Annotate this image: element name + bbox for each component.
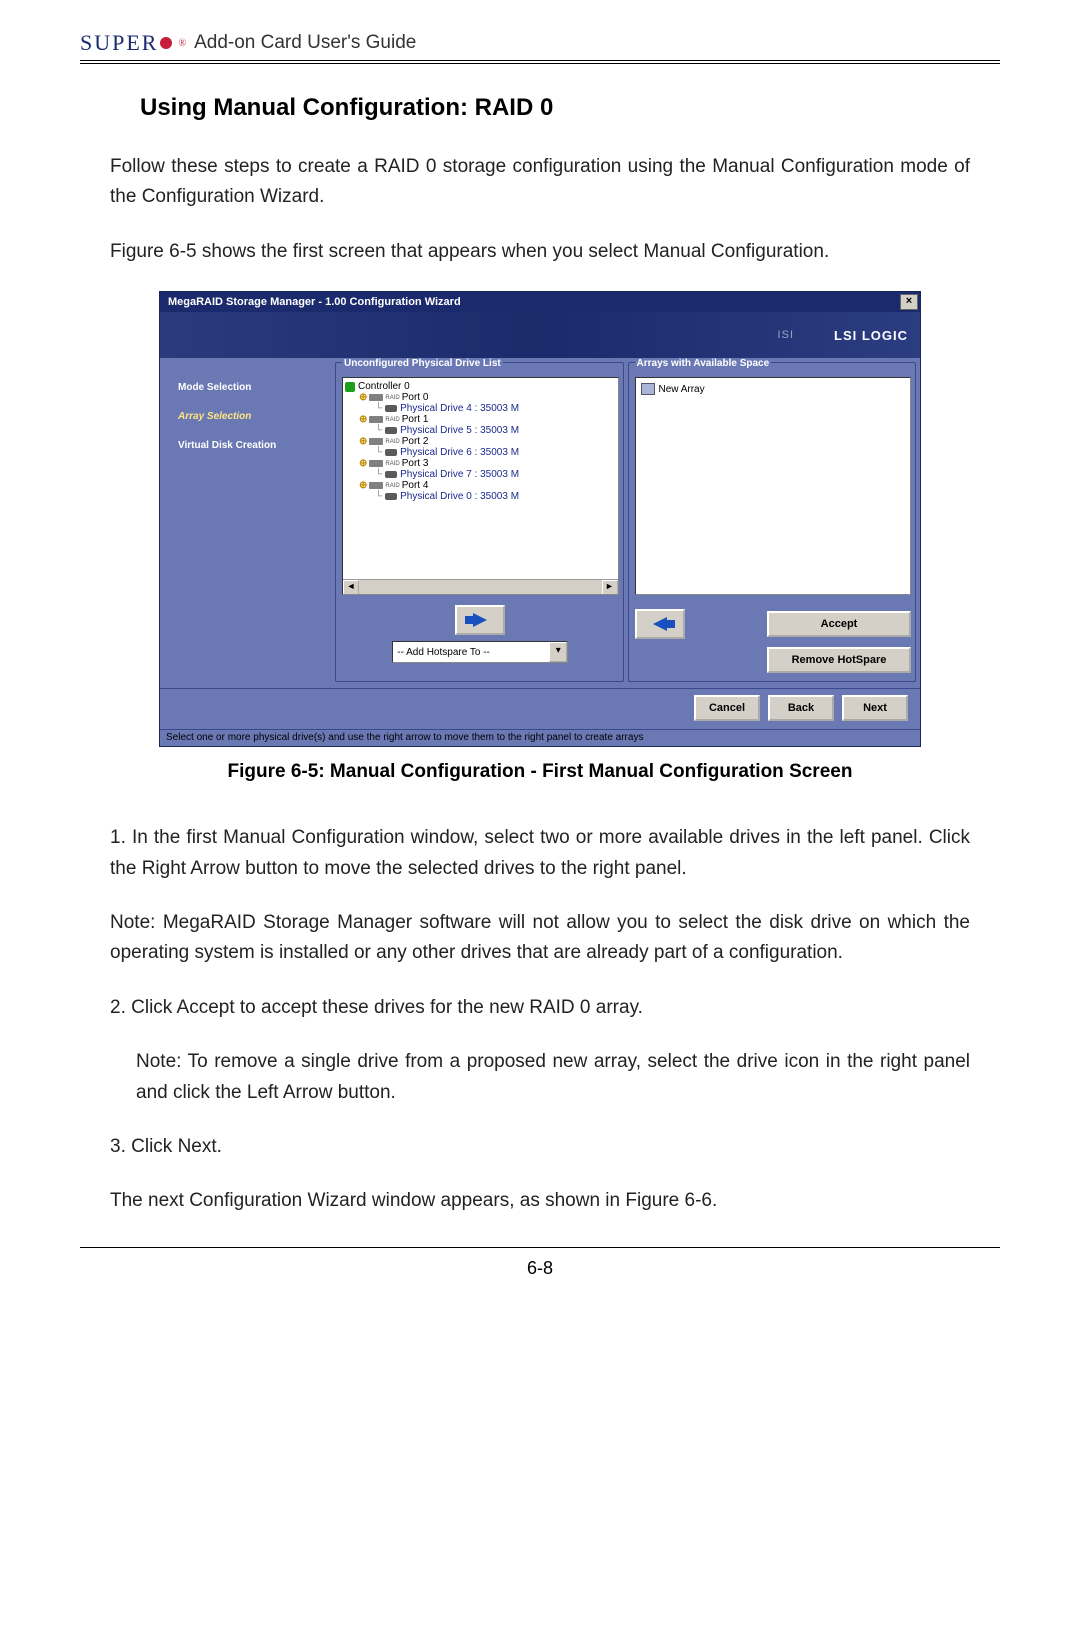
window-titlebar: MegaRAID Storage Manager - 1.00 Configur… bbox=[160, 292, 920, 312]
drive-label[interactable]: Physical Drive 6 : 35003 M bbox=[400, 447, 519, 458]
port-label[interactable]: Port 3 bbox=[402, 458, 429, 469]
drive-tree[interactable]: Controller 0 ⊕RAIDPort 0 └Physical Drive… bbox=[342, 377, 619, 595]
expand-icon[interactable]: ⊕ bbox=[359, 480, 367, 491]
brand-logo: SUPER ® bbox=[80, 30, 188, 56]
array-icon bbox=[641, 383, 655, 395]
port-icon bbox=[369, 394, 383, 401]
drive-icon bbox=[385, 405, 397, 412]
drive-label[interactable]: Physical Drive 7 : 35003 M bbox=[400, 469, 519, 480]
brand-text: SUPER bbox=[80, 30, 158, 56]
new-array-label[interactable]: New Array bbox=[659, 384, 705, 395]
expand-icon[interactable]: ⊕ bbox=[359, 392, 367, 403]
close-icon[interactable]: × bbox=[900, 294, 918, 310]
scrollbar-horizontal[interactable]: ◄ ► bbox=[343, 579, 618, 594]
port-icon bbox=[369, 482, 383, 489]
figure-caption: Figure 6-5: Manual Configuration - First… bbox=[110, 761, 970, 783]
arrow-left-icon bbox=[653, 617, 667, 631]
intro-paragraph: Follow these steps to create a RAID 0 st… bbox=[110, 152, 970, 213]
expand-icon[interactable]: ⊕ bbox=[359, 414, 367, 425]
note1-text: Note: MegaRAID Storage Manager software … bbox=[110, 908, 970, 969]
arrays-panel: Arrays with Available Space New Array bbox=[628, 362, 917, 682]
step2-text: 2. Click Accept to accept these drives f… bbox=[110, 993, 970, 1023]
guide-title: Add-on Card User's Guide bbox=[194, 32, 416, 54]
drive-icon bbox=[385, 449, 397, 456]
port-label[interactable]: Port 0 bbox=[402, 392, 429, 403]
step-mode-selection[interactable]: Mode Selection bbox=[178, 382, 325, 393]
step-array-selection[interactable]: Array Selection bbox=[178, 411, 325, 422]
next-button[interactable]: Next bbox=[842, 695, 908, 721]
step1-text: 1. In the first Manual Configuration win… bbox=[110, 823, 970, 884]
drive-icon bbox=[385, 471, 397, 478]
arrow-right-icon bbox=[473, 613, 487, 627]
status-bar: Select one or more physical drive(s) and… bbox=[160, 729, 920, 746]
move-right-button[interactable] bbox=[455, 605, 505, 635]
accept-button[interactable]: Accept bbox=[767, 611, 911, 637]
banner: ISI LSI LOGIC bbox=[160, 312, 920, 358]
drive-label[interactable]: Physical Drive 0 : 35003 M bbox=[400, 491, 519, 502]
move-left-button[interactable] bbox=[635, 609, 685, 639]
controller-icon bbox=[345, 382, 355, 392]
unconfigured-drives-panel: Unconfigured Physical Drive List Control… bbox=[335, 362, 624, 682]
drive-icon bbox=[385, 427, 397, 434]
cancel-button[interactable]: Cancel bbox=[694, 695, 760, 721]
note2-text: Note: To remove a single drive from a pr… bbox=[110, 1047, 970, 1108]
port-label[interactable]: Port 4 bbox=[402, 480, 429, 491]
section-heading: Using Manual Configuration: RAID 0 bbox=[140, 94, 970, 122]
unconfigured-label: Unconfigured Physical Drive List bbox=[342, 358, 503, 369]
drive-label[interactable]: Physical Drive 4 : 35003 M bbox=[400, 403, 519, 414]
wizard-steps-sidebar: Mode Selection Array Selection Virtual D… bbox=[164, 362, 331, 682]
scroll-left-icon[interactable]: ◄ bbox=[343, 580, 359, 595]
remove-hotspare-button[interactable]: Remove HotSpare bbox=[767, 647, 911, 673]
step-virtual-disk[interactable]: Virtual Disk Creation bbox=[178, 440, 325, 451]
port-label[interactable]: Port 1 bbox=[402, 414, 429, 425]
drive-icon bbox=[385, 493, 397, 500]
chevron-down-icon[interactable]: ▾ bbox=[549, 642, 567, 662]
arrays-label: Arrays with Available Space bbox=[635, 358, 772, 369]
port-icon bbox=[369, 416, 383, 423]
combo-text: -- Add Hotspare To -- bbox=[397, 647, 490, 658]
drive-label[interactable]: Physical Drive 5 : 35003 M bbox=[400, 425, 519, 436]
step3-text: 3. Click Next. bbox=[110, 1132, 970, 1162]
brand-dot-icon bbox=[160, 37, 172, 49]
expand-icon[interactable]: ⊕ bbox=[359, 458, 367, 469]
config-wizard-window: MegaRAID Storage Manager - 1.00 Configur… bbox=[159, 291, 921, 747]
figure-ref-paragraph: Figure 6-5 shows the first screen that a… bbox=[110, 237, 970, 267]
port-icon bbox=[369, 460, 383, 467]
back-button[interactable]: Back bbox=[768, 695, 834, 721]
controller-label: Controller 0 bbox=[358, 381, 410, 392]
scroll-right-icon[interactable]: ► bbox=[602, 580, 618, 595]
arrays-tree[interactable]: New Array bbox=[635, 377, 912, 595]
page-header: SUPER ® Add-on Card User's Guide bbox=[80, 30, 1000, 64]
brand-reg-mark: ® bbox=[178, 38, 188, 49]
window-title: MegaRAID Storage Manager - 1.00 Configur… bbox=[168, 296, 461, 308]
lsi-logic-logo: LSI LOGIC bbox=[834, 328, 908, 343]
banner-decor: ISI bbox=[778, 329, 794, 341]
port-label[interactable]: Port 2 bbox=[402, 436, 429, 447]
add-hotspare-combo[interactable]: -- Add Hotspare To -- ▾ bbox=[392, 641, 568, 663]
outro-text: The next Configuration Wizard window app… bbox=[110, 1186, 970, 1216]
port-icon bbox=[369, 438, 383, 445]
expand-icon[interactable]: ⊕ bbox=[359, 436, 367, 447]
wizard-button-bar: Cancel Back Next bbox=[160, 688, 920, 729]
page-number: 6-8 bbox=[80, 1248, 1000, 1279]
